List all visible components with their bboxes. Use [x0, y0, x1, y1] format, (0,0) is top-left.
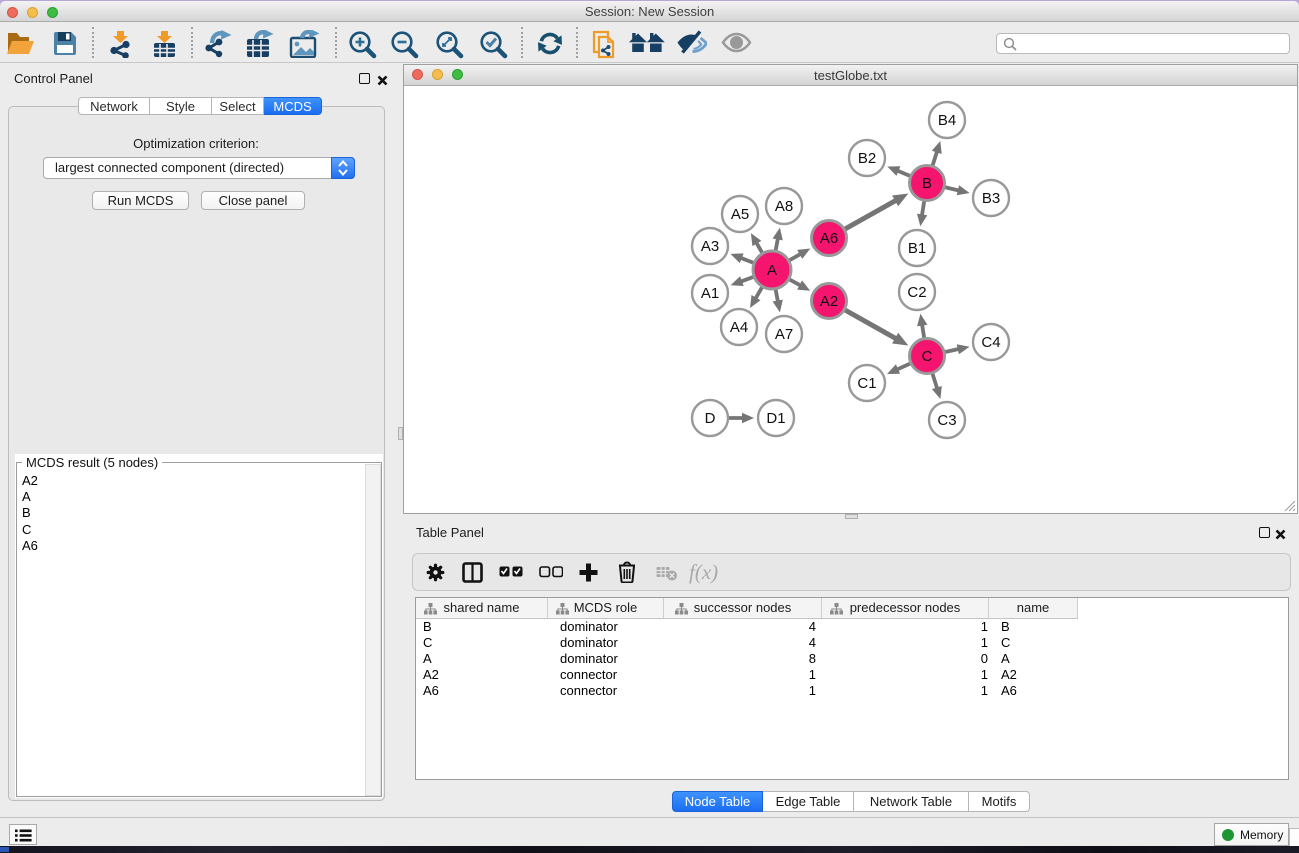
svg-text:A3: A3 [701, 238, 719, 255]
svg-text:D1: D1 [766, 410, 785, 427]
svg-text:D: D [705, 410, 716, 427]
svg-text:A4: A4 [730, 319, 748, 336]
svg-text:B2: B2 [858, 150, 876, 167]
svg-text:B: B [922, 175, 932, 192]
svg-text:A6: A6 [820, 230, 838, 247]
svg-text:A: A [767, 262, 777, 279]
svg-text:B1: B1 [908, 240, 926, 257]
svg-text:C4: C4 [981, 334, 1000, 351]
svg-text:A8: A8 [775, 198, 793, 215]
svg-text:C3: C3 [937, 412, 956, 429]
svg-text:B3: B3 [982, 190, 1000, 207]
svg-text:C: C [922, 348, 933, 365]
svg-text:C2: C2 [907, 284, 926, 301]
svg-text:A1: A1 [701, 285, 719, 302]
svg-text:A5: A5 [731, 206, 749, 223]
svg-text:B4: B4 [938, 112, 956, 129]
svg-text:A2: A2 [820, 293, 838, 310]
svg-text:C1: C1 [857, 375, 876, 392]
svg-text:A7: A7 [775, 326, 793, 343]
